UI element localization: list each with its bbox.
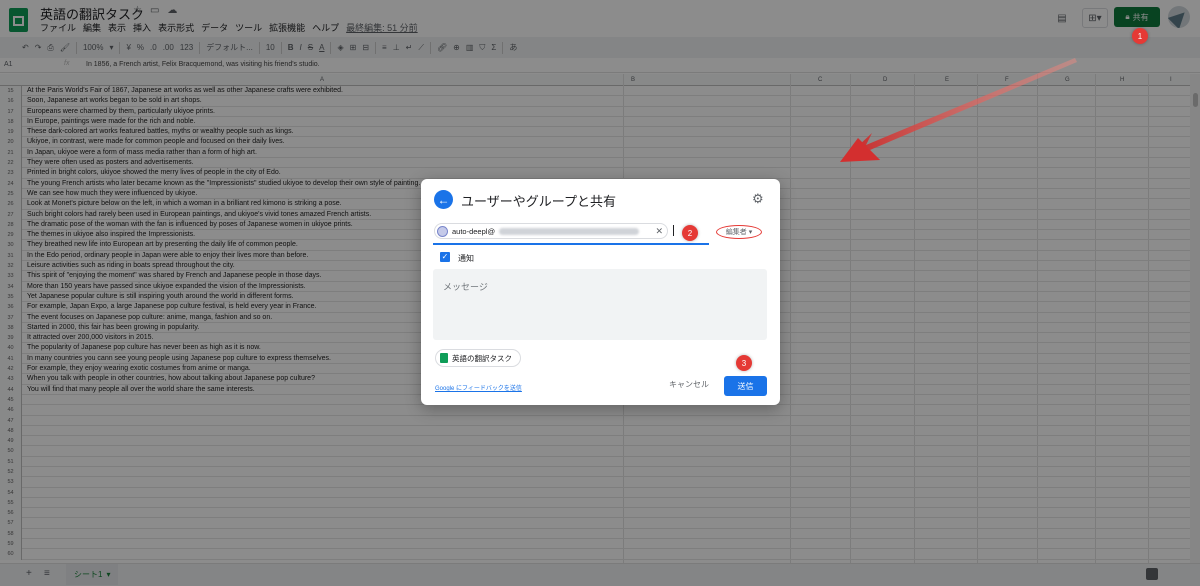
dialog-title: ユーザーやグループと共有 (461, 194, 616, 209)
back-arrow-icon[interactable]: ← (434, 190, 453, 209)
file-chip[interactable]: 英語の翻訳タスク (435, 349, 521, 367)
file-name: 英語の翻訳タスク (452, 353, 512, 363)
send-button[interactable]: 送信 (724, 376, 767, 396)
recipient-email: auto-deepl@ (452, 226, 496, 236)
chevron-down-icon: ▾ (748, 229, 753, 236)
share-dialog: ← ユーザーやグループと共有 ⚙ auto-deepl@ ✕ 編集者 ▾ ✓ 通… (421, 179, 780, 405)
notify-label: 通知 (458, 254, 474, 263)
text-caret (673, 225, 674, 236)
message-placeholder: メッセージ (443, 282, 488, 292)
sheets-file-icon (440, 353, 448, 363)
close-icon[interactable]: ✕ (655, 226, 663, 237)
cancel-button[interactable]: キャンセル (669, 379, 709, 390)
feedback-link[interactable]: Google にフィードバックを送信 (435, 383, 522, 392)
role-label: 編集者 (725, 229, 747, 236)
notify-checkbox[interactable]: ✓ (440, 252, 450, 262)
redacted-email-domain (499, 227, 640, 235)
gear-icon[interactable]: ⚙ (752, 191, 764, 207)
role-select[interactable]: 編集者 ▾ (716, 225, 762, 239)
annotation-badge-2: 2 (682, 225, 698, 241)
annotation-badge-3: 3 (736, 355, 752, 371)
recipient-avatar (437, 225, 448, 237)
annotation-badge-1: 1 (1132, 28, 1148, 44)
recipient-chip[interactable]: auto-deepl@ ✕ (434, 223, 668, 239)
